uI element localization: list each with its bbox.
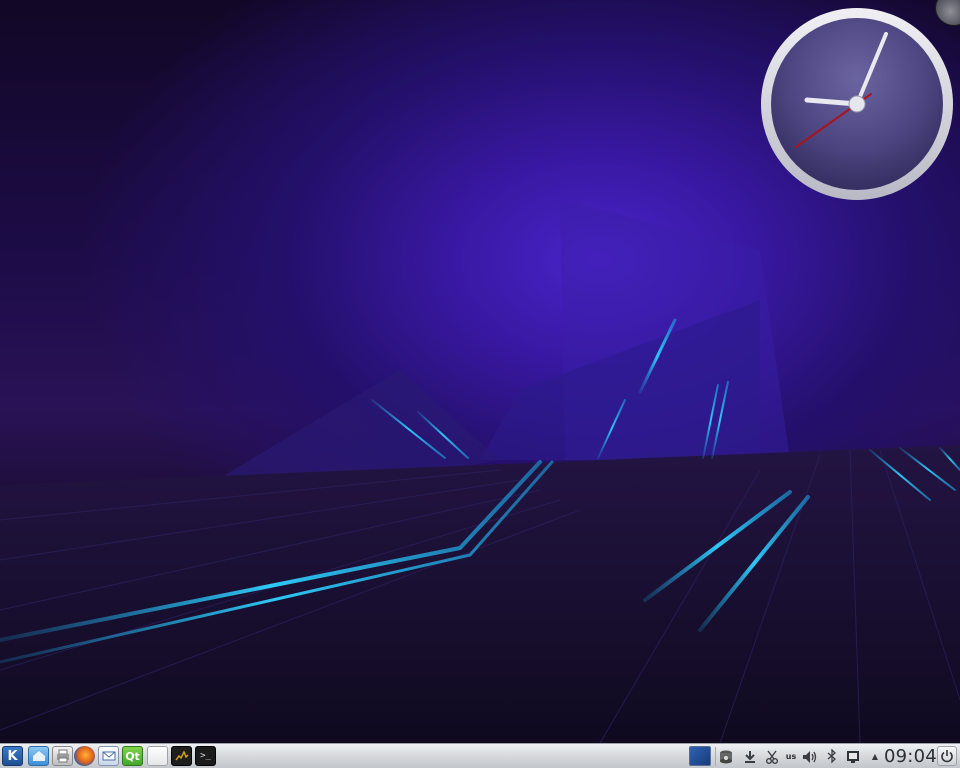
qt-creator-launcher[interactable]: Qt: [122, 746, 143, 766]
panel-separator: [715, 747, 716, 766]
qt-creator-icon: Qt: [125, 749, 140, 763]
home-folder-icon: [32, 751, 45, 761]
power-icon: [941, 750, 953, 763]
download-tray-button[interactable]: [741, 747, 759, 766]
k-menu-button[interactable]: K: [2, 746, 23, 766]
system-monitor-icon: [174, 750, 188, 761]
show-hidden-tray-button[interactable]: ▲: [869, 747, 881, 766]
terminal-icon: >_: [200, 751, 211, 761]
disk-icon: [720, 750, 732, 763]
scissors-icon: [766, 750, 778, 764]
network-tray-button[interactable]: [844, 747, 862, 766]
digital-clock[interactable]: 09:04: [884, 746, 937, 767]
firefox-launcher[interactable]: [74, 746, 95, 766]
bluetooth-tray-button[interactable]: [824, 747, 840, 766]
taskbar-panel: K Qt >_ us ▲ 09:04: [0, 743, 960, 768]
network-icon: [847, 750, 859, 763]
keyboard-layout-label: us: [785, 752, 797, 761]
mail-launcher[interactable]: [98, 746, 119, 766]
printer-icon: [56, 749, 69, 763]
clipboard-tray-button[interactable]: [763, 747, 781, 766]
home-folder-launcher[interactable]: [28, 746, 49, 766]
k-menu-icon: K: [7, 748, 18, 764]
analog-clock-widget[interactable]: [760, 7, 954, 201]
virtual-desktop-pager[interactable]: [689, 746, 711, 766]
download-icon: [745, 750, 755, 763]
printer-launcher[interactable]: [52, 746, 73, 766]
system-monitor-launcher[interactable]: [171, 746, 192, 766]
mail-icon: [102, 751, 115, 761]
blank-document-launcher[interactable]: [147, 746, 168, 766]
desktop[interactable]: [0, 0, 960, 743]
disk-tray-button[interactable]: [717, 747, 735, 766]
volume-icon: [803, 750, 817, 763]
leave-button[interactable]: [937, 746, 957, 766]
bluetooth-icon: [827, 749, 836, 764]
terminal-launcher[interactable]: >_: [195, 746, 216, 766]
volume-tray-button[interactable]: [801, 747, 819, 766]
show-hidden-tray-icon: ▲: [871, 752, 879, 761]
keyboard-layout-indicator[interactable]: us: [783, 747, 799, 766]
